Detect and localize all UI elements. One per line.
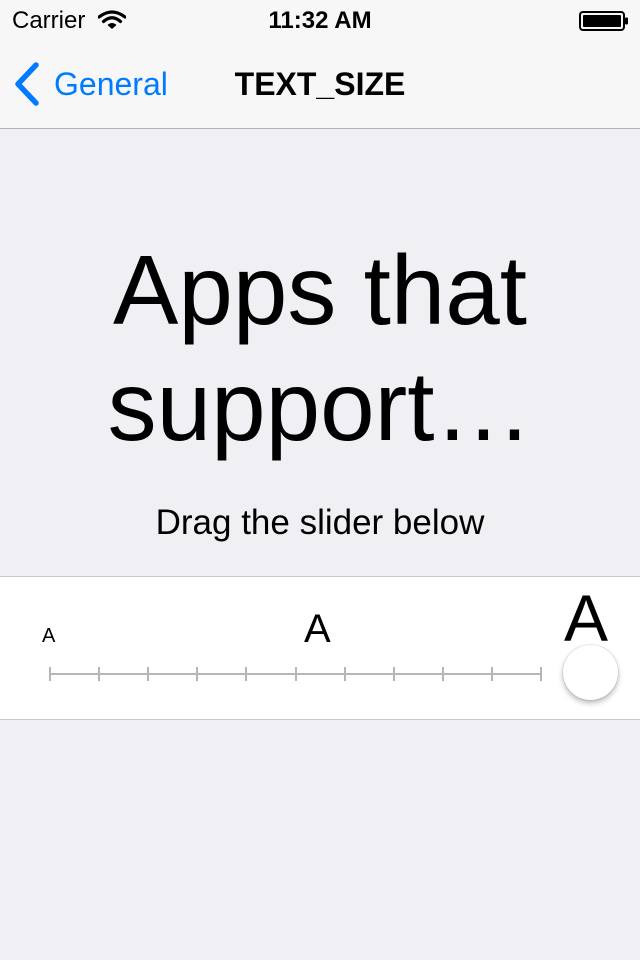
status-bar: Carrier 11:32 AM <box>0 0 640 40</box>
text-size-slider-panel: A A A <box>0 576 640 720</box>
status-time: 11:32 AM <box>268 7 372 34</box>
slider-tick <box>245 667 248 681</box>
slider-tick <box>392 667 395 681</box>
medium-text-size-label: A <box>304 607 331 651</box>
slider-tick <box>98 667 101 681</box>
slider-thumb[interactable] <box>562 645 618 700</box>
slider-tick <box>294 667 297 681</box>
slider-tick <box>490 667 493 681</box>
slider-tick <box>196 667 199 681</box>
slider-tick <box>441 667 444 681</box>
slider-tick <box>49 667 51 681</box>
slider-tick <box>147 667 150 681</box>
large-text-size-label: A <box>564 581 609 655</box>
page-title: TEXT_SIZE <box>234 66 406 102</box>
slider-tick <box>540 667 542 681</box>
battery-icon <box>579 11 628 31</box>
navigation-bar: General TEXT_SIZE <box>0 40 640 129</box>
preview-heading: Apps that support… <box>107 235 533 461</box>
preview-instruction: Drag the slider below <box>155 503 485 542</box>
slider-tick <box>343 667 346 681</box>
small-text-size-label: A <box>42 625 56 647</box>
